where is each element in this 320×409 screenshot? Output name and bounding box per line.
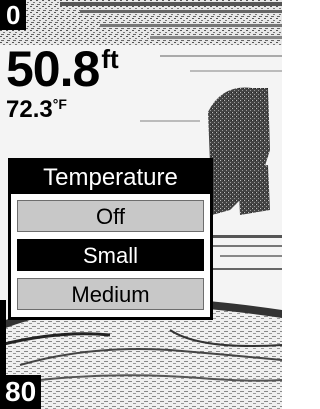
temperature-value: 72.3 bbox=[6, 96, 53, 123]
temperature-menu: Temperature Off Small Medium bbox=[8, 158, 213, 320]
depth-value: 50.8 bbox=[6, 41, 100, 97]
depth-scale-top: 0 bbox=[0, 0, 27, 30]
depth-scale-bottom: 80 bbox=[0, 375, 42, 409]
temperature-unit: °F bbox=[52, 96, 67, 112]
sonar-screen: 0 50.8ft 72.3°F Temperature Off Small Me… bbox=[0, 0, 282, 409]
temperature-readout: 72.3°F bbox=[6, 96, 119, 126]
menu-option-small[interactable]: Small bbox=[17, 239, 204, 271]
depth-readout: 50.8ft bbox=[6, 44, 119, 94]
menu-option-off[interactable]: Off bbox=[17, 200, 204, 232]
readout-panel: 50.8ft 72.3°F bbox=[6, 44, 119, 126]
depth-unit: ft bbox=[101, 44, 119, 74]
menu-title: Temperature bbox=[11, 161, 210, 194]
menu-option-medium[interactable]: Medium bbox=[17, 278, 204, 310]
